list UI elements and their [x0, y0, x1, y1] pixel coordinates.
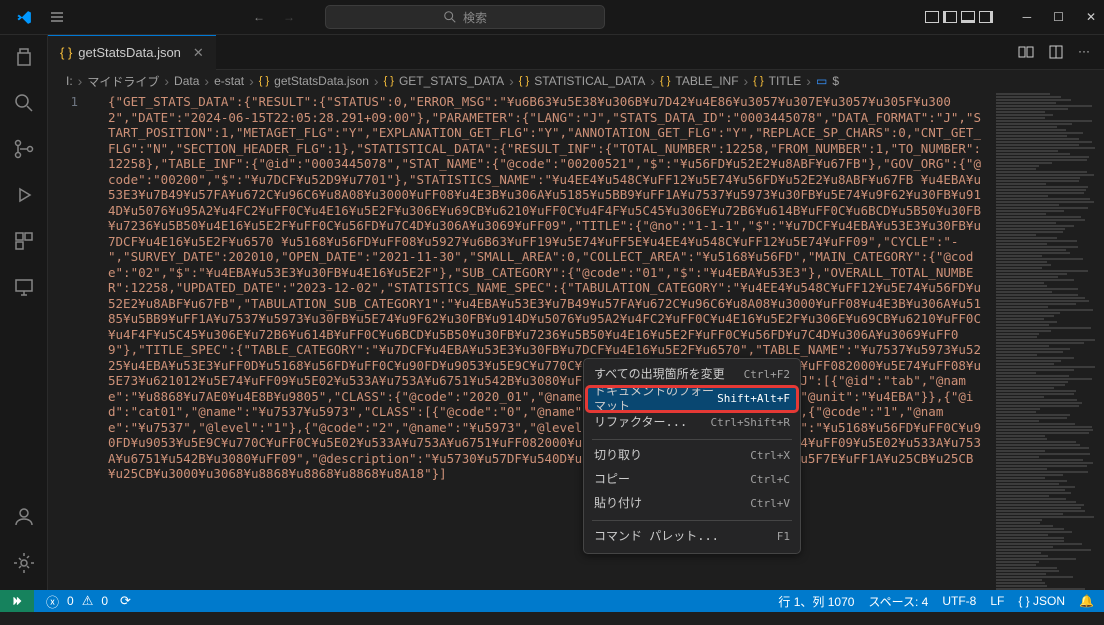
minimize-icon[interactable]: ─ [1023, 10, 1032, 24]
nav-back-icon[interactable]: ← [253, 10, 265, 24]
breadcrumb[interactable]: I:› マイドライブ› Data› e-stat› { }getStatsDat… [48, 70, 1104, 92]
search-box[interactable]: 検索 [325, 5, 605, 29]
eol[interactable]: LF [990, 594, 1004, 608]
debug-icon[interactable] [12, 183, 36, 207]
compare-icon[interactable] [1018, 44, 1034, 60]
menu-format-document[interactable]: ドキュメントのフォーマットShift+Alt+F [587, 387, 797, 411]
warning-icon[interactable]: ⚠ [82, 593, 94, 609]
minimap[interactable]: document.write(Array.from({length:180},(… [994, 92, 1104, 590]
gear-icon[interactable] [12, 551, 36, 575]
search-placeholder: 検索 [463, 9, 487, 26]
menu-cut[interactable]: 切り取りCtrl+X [584, 444, 800, 468]
cursor-position[interactable]: 行 1、列 1070 [778, 593, 854, 610]
indentation[interactable]: スペース: 4 [868, 593, 928, 610]
explorer-icon[interactable] [12, 45, 36, 69]
more-icon[interactable]: ··· [1078, 44, 1090, 60]
menu-paste[interactable]: 貼り付けCtrl+V [584, 492, 800, 516]
error-icon[interactable]: ⓧ [46, 592, 59, 611]
remote-explorer-icon[interactable] [12, 275, 36, 299]
json-icon: { } [60, 45, 72, 60]
encoding[interactable]: UTF-8 [942, 594, 976, 608]
code-editor[interactable]: 1 {"GET_STATS_DATA":{"RESULT":{"STATUS":… [48, 92, 1104, 590]
language-mode[interactable]: { } JSON [1018, 594, 1065, 608]
menu-copy[interactable]: コピーCtrl+C [584, 468, 800, 492]
menu-command-palette[interactable]: コマンド パレット...F1 [584, 525, 800, 549]
search-icon[interactable] [12, 91, 36, 115]
menu-refactor[interactable]: リファクター...Ctrl+Shift+R [584, 411, 800, 435]
remote-badge[interactable] [0, 590, 34, 612]
layout-icons[interactable] [925, 11, 993, 23]
notifications-icon[interactable]: 🔔 [1079, 594, 1094, 608]
maximize-icon[interactable]: ☐ [1053, 10, 1064, 24]
code-content: {"GET_STATS_DATA":{"RESULT":{"STATUS":0,… [48, 94, 988, 482]
radio-icon[interactable]: ⟳ [120, 593, 131, 609]
extensions-icon[interactable] [12, 229, 36, 253]
menu-icon[interactable] [49, 9, 65, 25]
scm-icon[interactable] [12, 137, 36, 161]
split-icon[interactable] [1048, 44, 1064, 60]
vscode-logo [16, 9, 33, 26]
context-menu: すべての出現箇所を変更Ctrl+F2 ドキュメントのフォーマットShift+Al… [583, 358, 801, 554]
account-icon[interactable] [12, 505, 36, 529]
tab-filename: getStatsData.json [78, 45, 181, 60]
file-tab[interactable]: { } getStatsData.json ✕ [48, 35, 216, 70]
close-tab-icon[interactable]: ✕ [193, 45, 204, 61]
line-number: 1 [48, 94, 98, 110]
nav-forward-icon[interactable]: → [283, 10, 295, 24]
close-icon[interactable]: ✕ [1086, 10, 1096, 24]
